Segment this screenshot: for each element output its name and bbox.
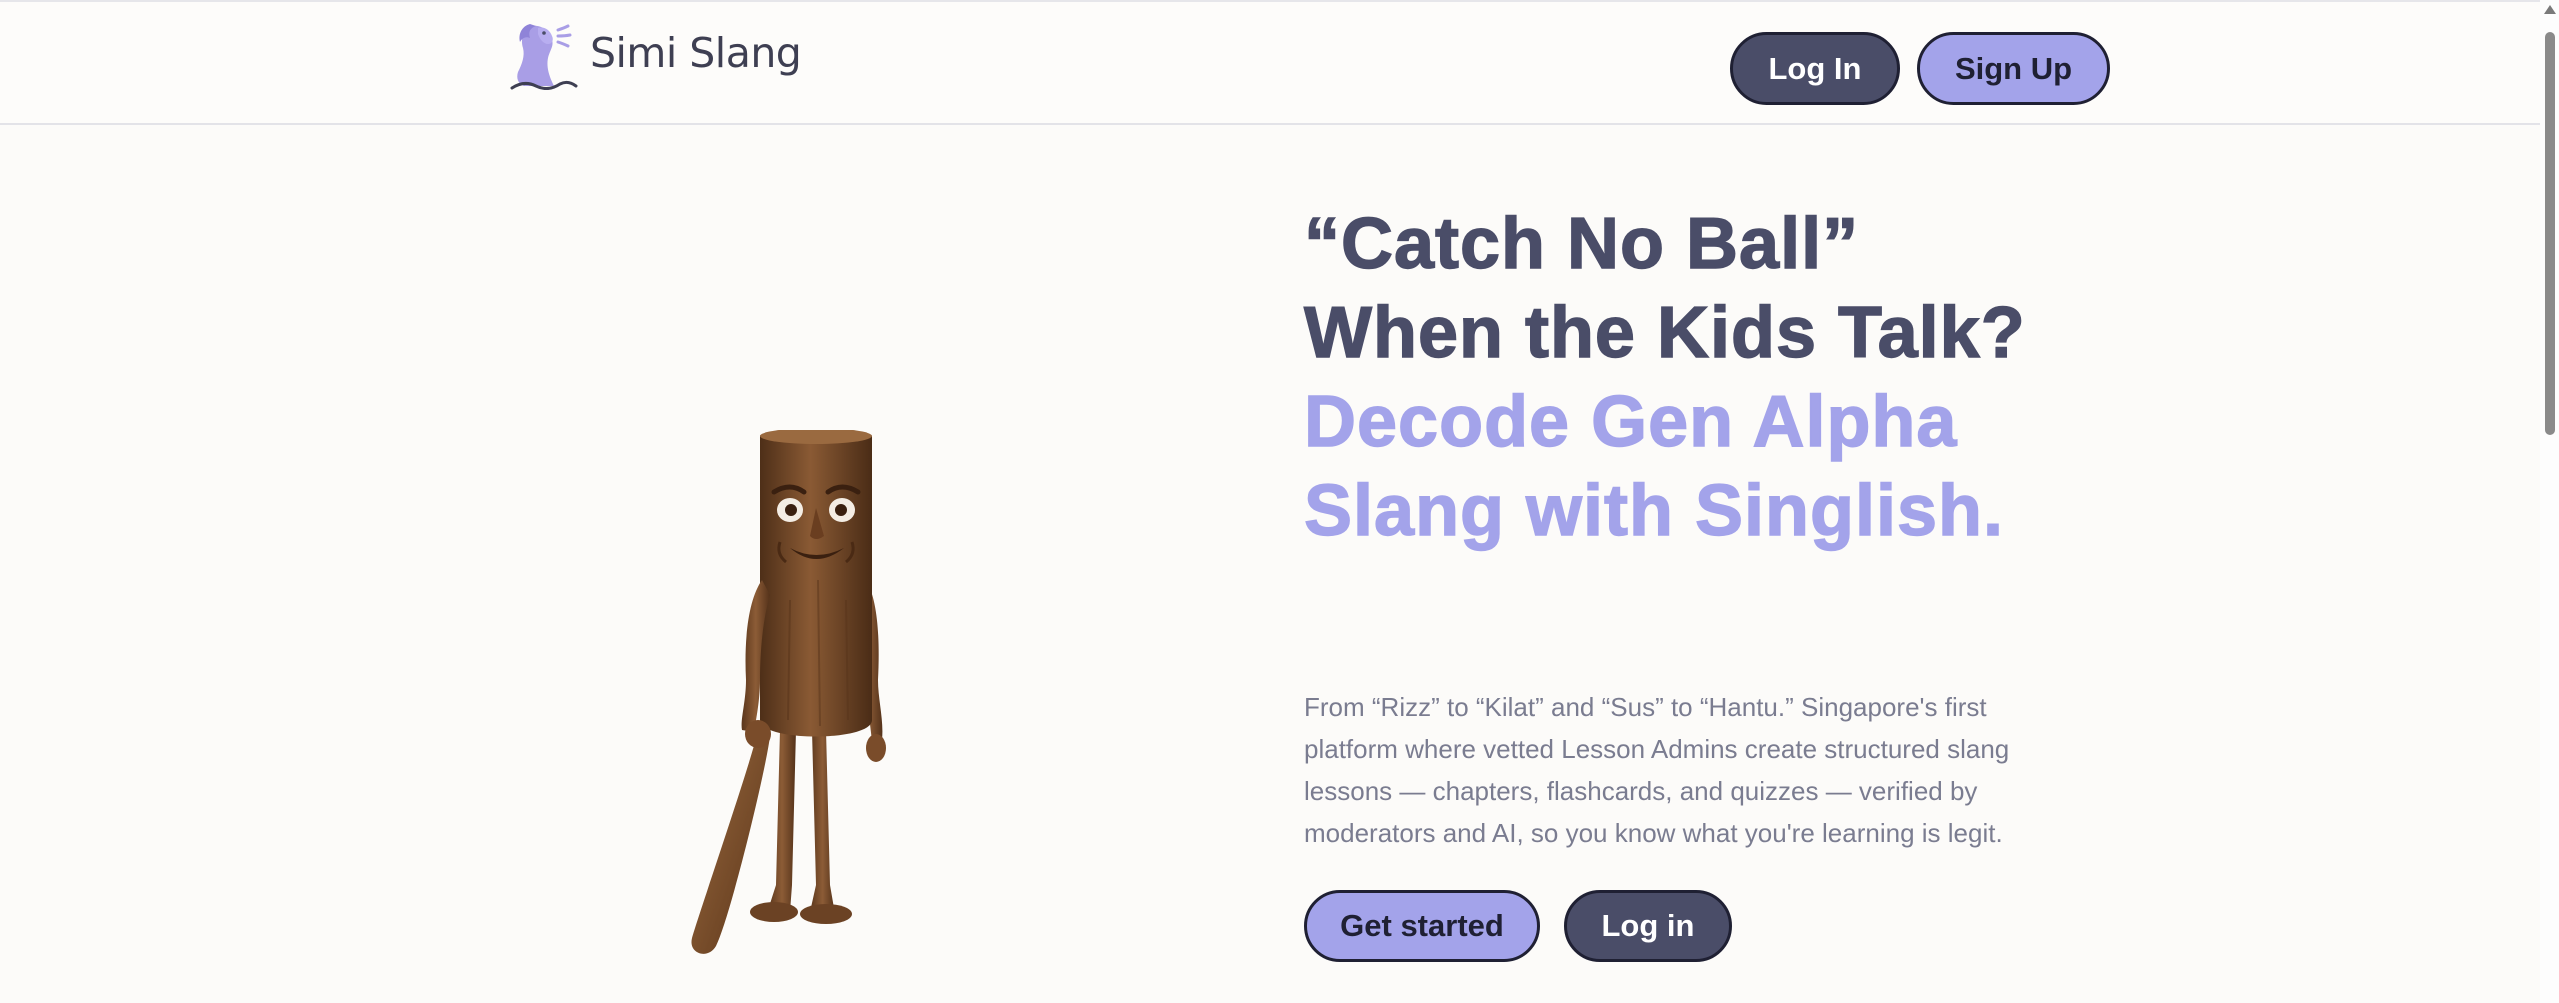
brand-name: Simi Slang [590,29,802,77]
hero-login-button[interactable]: Log in [1564,890,1732,962]
page-scrollbar[interactable] [2540,0,2559,1003]
header-login-button[interactable]: Log In [1730,32,1900,105]
headline-main-text: “Catch No Ball” When the Kids Talk? [1303,203,2026,373]
get-started-button[interactable]: Get started [1304,890,1540,962]
site-header: Simi Slang Log In Sign Up [0,0,2540,125]
wooden-character-illustration [691,430,886,954]
page: Simi Slang Log In Sign Up “Catch No Ball… [0,0,2559,1003]
hero-headline: “Catch No Ball” When the Kids Talk? Deco… [1303,200,2064,556]
headline-accent-text: Decode Gen Alpha Slang with Singlish. [1303,381,2005,551]
scroll-up-arrow-icon[interactable] [2544,5,2556,14]
scroll-thumb[interactable] [2545,32,2555,435]
header-signup-button[interactable]: Sign Up [1917,32,2110,105]
brand-home-link[interactable]: Simi Slang [510,16,802,90]
hero-description: From “Rizz” to “Kilat” and “Sus” to “Han… [1304,692,2010,848]
merlion-logo-icon [510,24,578,90]
